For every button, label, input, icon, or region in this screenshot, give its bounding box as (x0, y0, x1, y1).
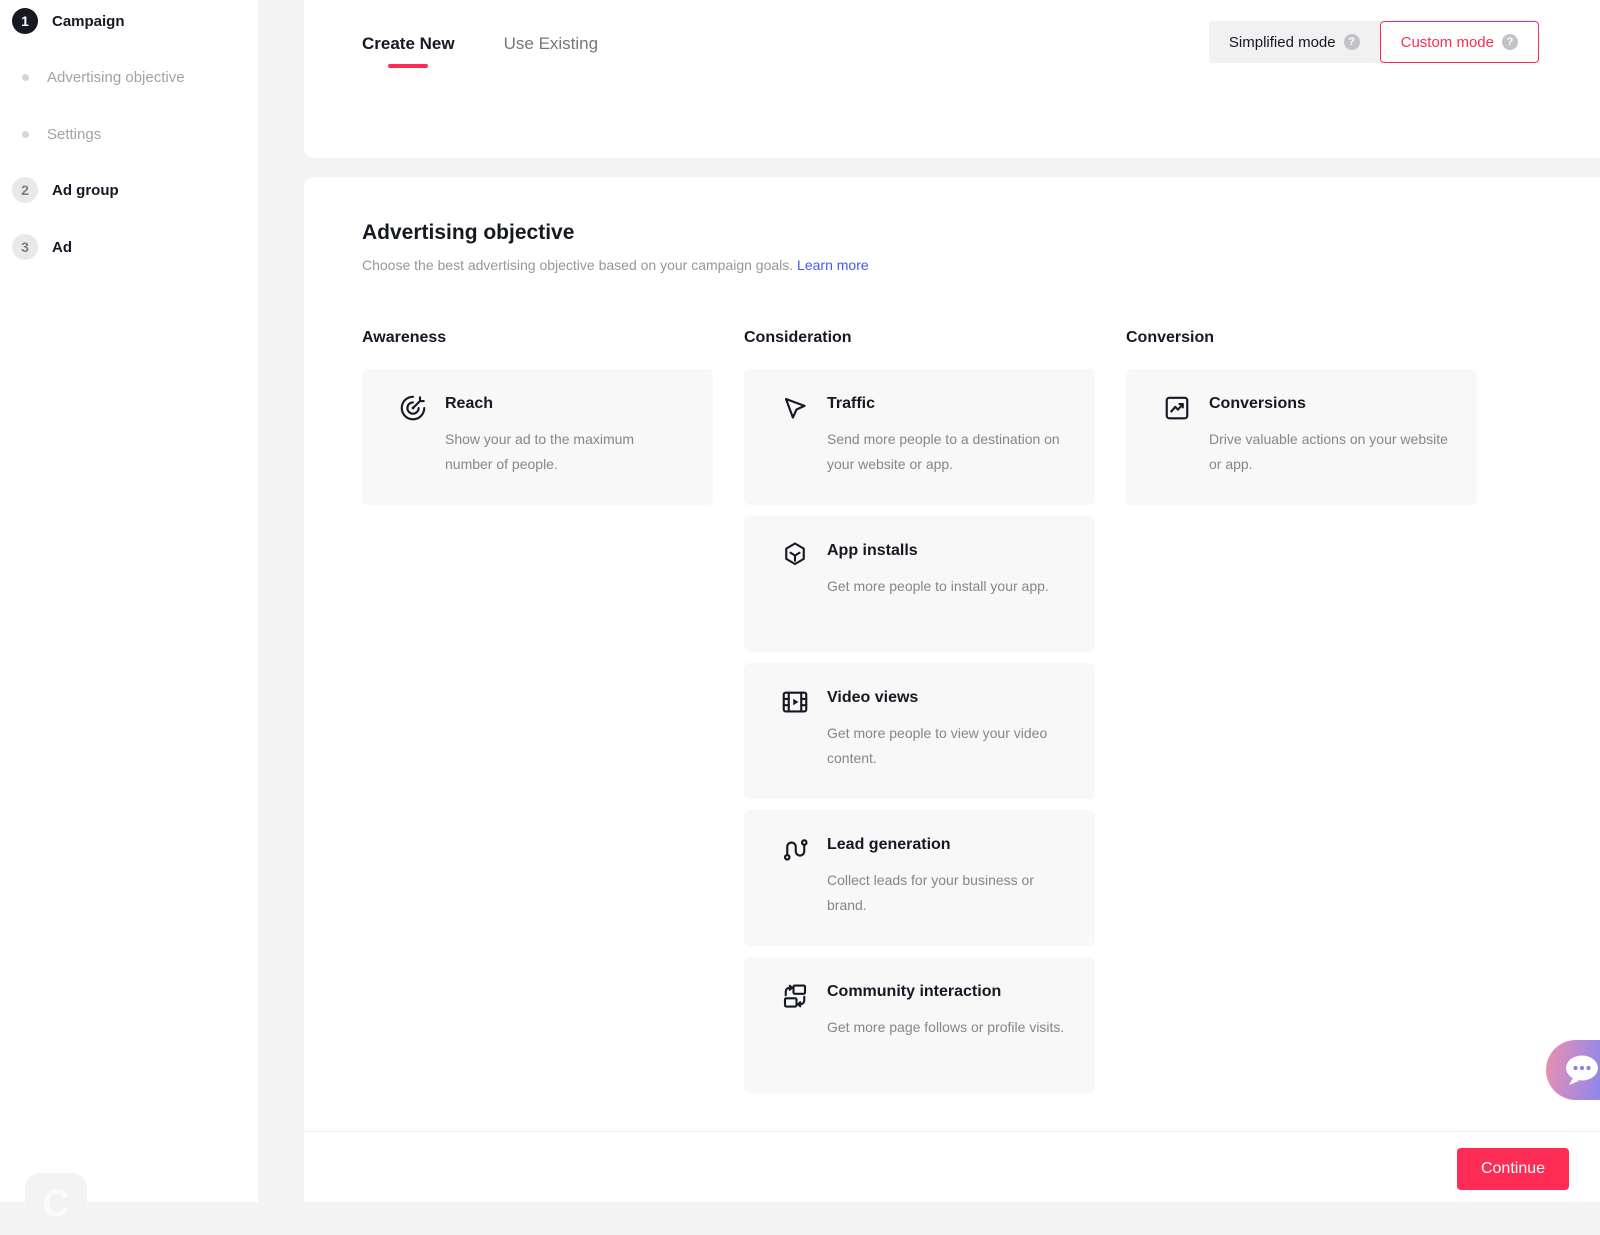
mode-label: Simplified mode (1229, 34, 1336, 51)
substep-dot (22, 74, 29, 81)
steps-sidebar: 1 Campaign Advertising objective Setting… (0, 0, 258, 1202)
lead-generation-icon (780, 834, 810, 864)
sidebar-substep-settings[interactable]: Settings (0, 121, 101, 147)
card-description: Show your ad to the maximum number of pe… (445, 427, 685, 477)
step-number-badge: 2 (12, 177, 38, 203)
step-label: Ad group (52, 182, 119, 199)
card-title: Video views (827, 689, 918, 707)
objective-card-video-views[interactable]: Video views Get more people to view your… (744, 663, 1095, 799)
sidebar-step-ad-group[interactable]: 2 Ad group (0, 177, 119, 203)
step-label: Campaign (52, 13, 125, 30)
card-description: Get more people to install your app. (827, 574, 1067, 599)
page-title: Advertising objective (362, 221, 574, 245)
sidebar-substep-advertising-objective[interactable]: Advertising objective (0, 64, 185, 90)
app-installs-icon (780, 540, 810, 570)
column-header: Awareness (362, 329, 713, 347)
objective-card-reach[interactable]: Reach Show your ad to the maximum number… (362, 369, 713, 505)
simplified-mode-button[interactable]: Simplified mode ? (1209, 21, 1380, 63)
campaign-header-panel: Create New Use Existing Simplified mode … (304, 0, 1600, 158)
objective-card-traffic[interactable]: Traffic Send more people to a destinatio… (744, 369, 1095, 505)
continue-button[interactable]: Continue (1457, 1148, 1569, 1190)
objective-card-app-installs[interactable]: App installs Get more people to install … (744, 516, 1095, 652)
subtitle-text: Choose the best advertising objective ba… (362, 257, 793, 273)
reach-icon (398, 393, 428, 423)
page-subtitle: Choose the best advertising objective ba… (362, 257, 869, 273)
mode-switch: Simplified mode ? Custom mode ? (1209, 21, 1539, 63)
video-views-icon (780, 687, 810, 717)
objective-column-awareness: Awareness Reach Show your ad to the maxi… (362, 329, 713, 516)
tab-label: Create New (362, 34, 455, 54)
substep-dot (22, 131, 29, 138)
custom-mode-button[interactable]: Custom mode ? (1380, 21, 1539, 63)
step-number-badge: 1 (12, 8, 38, 34)
objective-card-conversions[interactable]: Conversions Drive valuable actions on yo… (1126, 369, 1477, 505)
tab-use-existing[interactable]: Use Existing (504, 34, 598, 68)
advertising-objective-panel: Advertising objective Choose the best ad… (304, 177, 1600, 1202)
card-title: Conversions (1209, 395, 1306, 413)
card-description: Send more people to a destination on you… (827, 427, 1067, 477)
objective-column-consideration: Consideration Traffic Send more people t… (744, 329, 1095, 1104)
conversions-icon (1162, 393, 1192, 423)
card-description: Collect leads for your business or brand… (827, 868, 1067, 918)
card-title: Reach (445, 395, 493, 413)
card-title: Traffic (827, 395, 875, 413)
column-header: Conversion (1126, 329, 1477, 347)
traffic-icon (780, 393, 810, 423)
help-icon[interactable]: ? (1502, 34, 1518, 50)
mode-label: Custom mode (1401, 34, 1494, 51)
brand-watermark-icon: C (25, 1173, 87, 1235)
sidebar-step-ad[interactable]: 3 Ad (0, 234, 72, 260)
chat-widget-button[interactable] (1546, 1040, 1600, 1100)
card-description: Get more people to view your video conte… (827, 721, 1067, 771)
objective-card-lead-generation[interactable]: Lead generation Collect leads for your b… (744, 810, 1095, 946)
help-icon[interactable]: ? (1344, 34, 1360, 50)
substep-label: Settings (47, 126, 101, 143)
objective-columns: Awareness Reach Show your ad to the maxi… (362, 329, 1477, 1104)
substep-label: Advertising objective (47, 69, 185, 86)
objective-card-community-interaction[interactable]: Community interaction Get more page foll… (744, 957, 1095, 1093)
campaign-tabs: Create New Use Existing (362, 34, 598, 68)
tab-create-new[interactable]: Create New (362, 34, 455, 68)
tab-label: Use Existing (504, 34, 598, 54)
sidebar-step-campaign[interactable]: 1 Campaign (0, 8, 125, 34)
column-header: Consideration (744, 329, 1095, 347)
footer-divider (304, 1131, 1600, 1132)
community-interaction-icon (780, 981, 810, 1011)
card-title: Lead generation (827, 836, 951, 854)
card-title: App installs (827, 542, 918, 560)
step-label: Ad (52, 239, 72, 256)
step-number-badge: 3 (12, 234, 38, 260)
learn-more-link[interactable]: Learn more (797, 257, 869, 273)
card-description: Drive valuable actions on your website o… (1209, 427, 1449, 477)
active-tab-underline (388, 64, 428, 68)
card-description: Get more page follows or profile visits. (827, 1015, 1067, 1040)
objective-column-conversion: Conversion Conversions Drive valuable ac… (1126, 329, 1477, 516)
card-title: Community interaction (827, 983, 1001, 1001)
